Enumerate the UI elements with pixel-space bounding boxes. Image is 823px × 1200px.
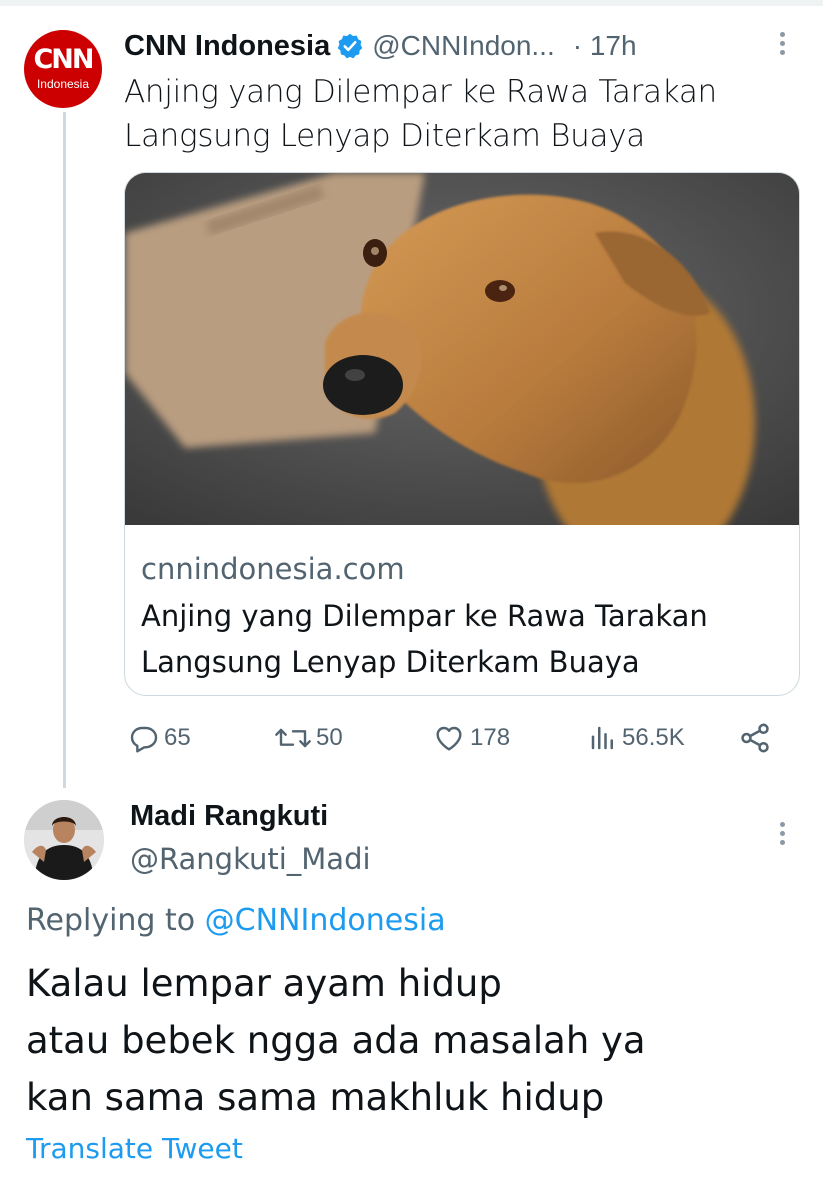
verified-badge-icon: [338, 33, 363, 59]
card-meta: cnnindonesia.com Anjing yang Dilempar ke…: [141, 549, 791, 685]
retweet-count: 50: [316, 724, 343, 751]
cnn-logo-subtext: Indonesia: [36, 77, 90, 91]
replying-to-handle-link[interactable]: @CNNIndonesia: [205, 903, 446, 938]
reply-author-name[interactable]: Madi Rangkuti: [130, 800, 328, 833]
top-divider: [0, 0, 823, 6]
reply-text-line: atau bebek ngga ada masalah ya: [26, 1019, 646, 1062]
cnn-logo-text: CNN: [33, 44, 94, 75]
views-count: 56.5K: [622, 724, 685, 751]
more-options-icon[interactable]: [771, 32, 793, 60]
replying-to: Replying to @CNNIndonesia: [26, 903, 446, 938]
cnn-avatar[interactable]: CNN Indonesia: [24, 30, 102, 108]
tweet-header: CNN Indonesia @CNNIndon... · 17h: [124, 26, 794, 66]
card-title: Anjing yang Dilempar ke Rawa Tarakan Lan…: [141, 593, 791, 685]
views-bar-chart-icon: [591, 726, 613, 750]
dog-photo-illustration: [125, 173, 799, 525]
views-button[interactable]: 56.5K: [588, 718, 685, 758]
reply-author-avatar[interactable]: [24, 800, 104, 880]
reply-icon: [130, 726, 158, 753]
tweet-text-line: Anjing yang Dilempar ke Rawa Tarakan: [124, 74, 717, 110]
reply-text-line: Kalau lempar ayam hidup: [26, 962, 502, 1005]
retweet-icon: [275, 728, 311, 748]
author-name[interactable]: CNN Indonesia: [124, 30, 330, 63]
reply-text-line: kan sama sama makhluk hidup: [26, 1076, 605, 1119]
thread-connector-line: [63, 112, 66, 788]
share-button[interactable]: [738, 718, 776, 758]
reply-more-options-icon[interactable]: [771, 822, 793, 850]
tweet-actions-bar: 65 50 178 56.5K: [124, 718, 800, 758]
link-card[interactable]: cnnindonesia.com Anjing yang Dilempar ke…: [124, 172, 800, 696]
replying-to-prefix: Replying to: [26, 903, 205, 938]
tweet-text: Anjing yang Dilempar ke Rawa Tarakan Lan…: [124, 70, 784, 158]
reply-author-handle[interactable]: @Rangkuti_Madi: [130, 842, 371, 876]
author-handle[interactable]: @CNNIndon...: [372, 30, 555, 62]
card-domain: cnnindonesia.com: [141, 552, 405, 586]
heart-icon: [436, 726, 462, 751]
card-image-dog-photo[interactable]: [125, 173, 799, 525]
card-title-line: Langsung Lenyap Diterkam Buaya: [141, 645, 640, 679]
like-count: 178: [470, 724, 511, 751]
avatar-photo-illustration: [24, 800, 104, 880]
reply-text: Kalau lempar ayam hidup atau bebek ngga …: [26, 955, 786, 1126]
like-button[interactable]: 178: [432, 718, 510, 758]
tweet-text-line: Langsung Lenyap Diterkam Buaya: [124, 118, 645, 154]
share-icon: [741, 723, 769, 753]
reply-button[interactable]: 65: [128, 718, 191, 758]
card-title-line: Anjing yang Dilempar ke Rawa Tarakan: [141, 599, 708, 633]
retweet-button[interactable]: 50: [274, 718, 343, 758]
reply-count: 65: [164, 724, 191, 751]
tweet-timestamp[interactable]: · 17h: [573, 30, 637, 62]
translate-tweet-link[interactable]: Translate Tweet: [26, 1132, 243, 1165]
